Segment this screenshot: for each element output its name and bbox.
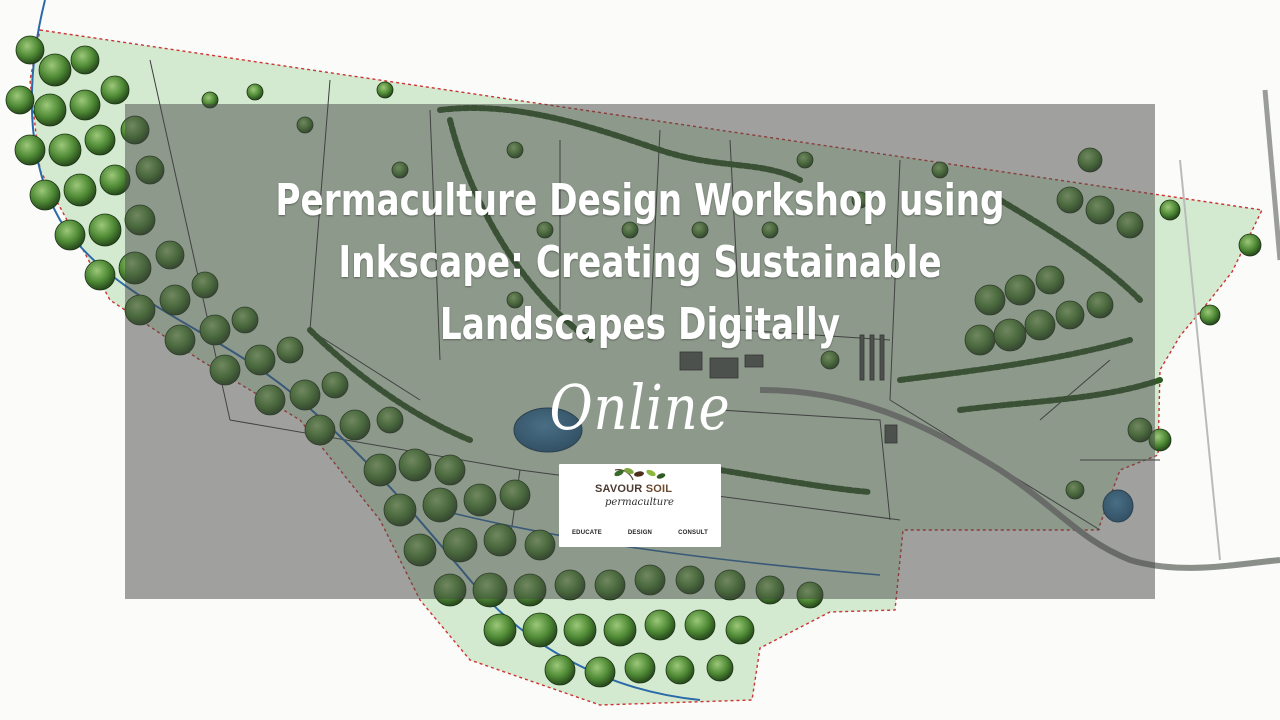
brand-taglines: EDUCATE DESIGN CONSULT bbox=[559, 530, 721, 536]
brand-name: SAVOUR SOIL bbox=[595, 483, 673, 495]
tagline-design: DESIGN bbox=[627, 530, 653, 536]
tagline-educate: EDUCATE bbox=[571, 530, 602, 536]
brand-logo: SAVOUR SOIL permaculture EDUCATE DESIGN … bbox=[559, 464, 721, 547]
banner-stage: Permaculture Design Workshop using Inksc… bbox=[0, 0, 1280, 720]
page-title: Permaculture Design Workshop using Inksc… bbox=[275, 175, 1005, 350]
online-label: Online bbox=[549, 371, 731, 444]
brand-subtitle: permaculture bbox=[605, 497, 674, 508]
tagline-consult: CONSULT bbox=[678, 530, 709, 536]
